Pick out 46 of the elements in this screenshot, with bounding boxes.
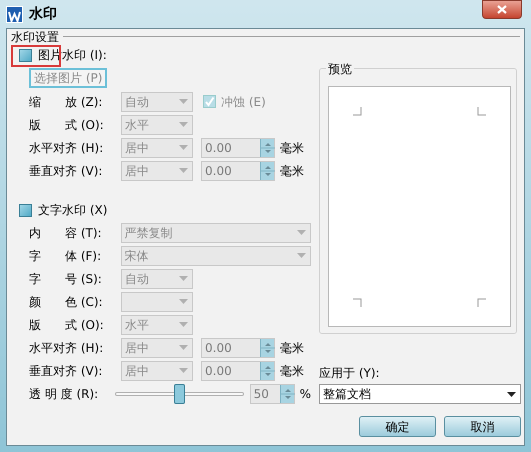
app-logo-icon	[6, 6, 23, 22]
group-title: 水印设置	[11, 28, 59, 46]
unit-label: 毫米	[280, 162, 304, 180]
unit-label: 毫米	[280, 362, 304, 380]
field-label: 版 式 (O):	[29, 316, 105, 334]
field-label: 透 明 度 (R):	[29, 386, 100, 402]
dropdown-arrow-icon	[178, 299, 188, 304]
slider-track[interactable]	[114, 384, 244, 404]
dropdown-arrow-icon	[178, 122, 188, 127]
checkbox[interactable]	[19, 204, 32, 216]
checkbox[interactable]	[19, 48, 32, 62]
dropdown-arrow-icon	[178, 276, 188, 281]
unit-label: 毫米	[280, 140, 304, 156]
field-label: 垂直对齐 (V):	[29, 362, 104, 380]
dropdown-arrow-icon	[178, 168, 188, 173]
field-label: 字 体 (F):	[29, 248, 102, 264]
unit-label: %	[300, 386, 311, 402]
dropdown-arrow-icon	[506, 392, 516, 396]
dropdown-arrow-icon	[178, 368, 188, 373]
checkbox-label: 文字水印 (X)	[38, 202, 108, 219]
apply-to-dropdown[interactable]: 整篇文档	[319, 384, 521, 404]
dropdown-arrow-icon	[296, 230, 306, 235]
close-icon	[497, 5, 507, 14]
field-label: 颜 色 (C):	[29, 294, 104, 310]
dropdown-arrow-icon	[178, 99, 188, 104]
dropdown-arrow-icon	[178, 322, 188, 327]
slider-thumb[interactable]	[174, 384, 186, 404]
unit-label: 毫米	[280, 340, 304, 356]
dropdown-arrow-icon	[296, 253, 306, 258]
select-picture-button[interactable]: 选择图片 (P)	[29, 68, 108, 88]
apply-to-label: 应用于 (Y):	[319, 365, 381, 382]
field-label: 垂直对齐 (V):	[29, 162, 104, 180]
window-title: 水印	[29, 4, 57, 24]
dropdown-arrow-icon	[178, 145, 188, 150]
preview-title: 预览	[326, 60, 354, 78]
checkbox-label: 冲蚀 (E)	[221, 94, 266, 110]
close-button[interactable]	[482, 0, 522, 19]
field-label: 水平对齐 (H):	[29, 340, 104, 356]
dialog-button[interactable]: 确定	[359, 416, 436, 437]
field-label: 水平对齐 (H):	[29, 140, 104, 156]
dialog-button[interactable]: 取消	[444, 416, 521, 437]
field-label: 缩 放 (Z):	[29, 94, 104, 110]
field-label: 内 容 (T):	[29, 224, 103, 242]
field-label: 字 号 (S):	[29, 270, 103, 288]
field-label: 版 式 (O):	[29, 116, 105, 134]
dropdown-arrow-icon	[178, 345, 188, 350]
